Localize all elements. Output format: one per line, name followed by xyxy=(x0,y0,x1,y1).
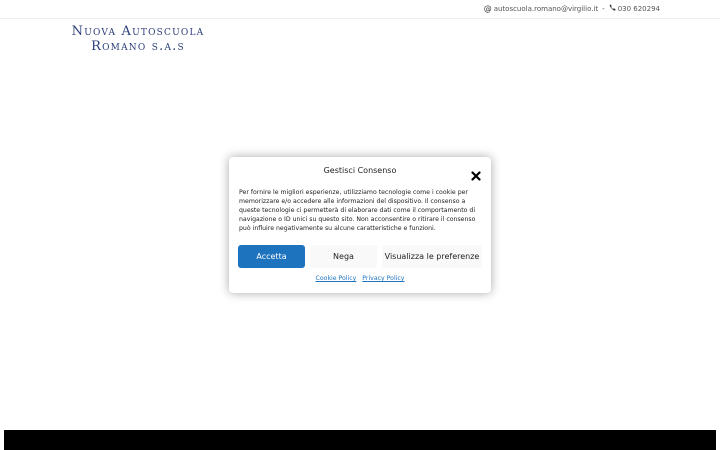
dialog-title: Gestisci Consenso xyxy=(323,166,397,175)
contact-email[interactable]: autoscuola.romano@virgilio.it xyxy=(494,5,598,13)
site-logo[interactable]: Nuova Autoscuola Romano s.a.s xyxy=(63,24,213,54)
privacy-policy-link[interactable]: Privacy Policy xyxy=(362,275,404,282)
contact-info: @ autoscuola.romano@virgilio.it - 030 62… xyxy=(484,4,660,13)
phone-icon xyxy=(609,4,616,13)
at-icon: @ xyxy=(483,3,492,13)
logo-line-1: Nuova Autoscuola xyxy=(71,24,205,39)
contact-separator: - xyxy=(602,4,605,13)
top-bar: @ autoscuola.romano@virgilio.it - 030 62… xyxy=(0,0,720,19)
cookie-consent-dialog: Gestisci Consenso Per fornire le miglior… xyxy=(229,157,491,293)
close-icon[interactable] xyxy=(471,166,481,181)
contact-phone[interactable]: 030 620294 xyxy=(618,5,660,13)
policy-links: Cookie Policy Privacy Policy xyxy=(229,275,491,282)
footer-bar xyxy=(4,430,716,450)
cookie-policy-link[interactable]: Cookie Policy xyxy=(316,275,357,282)
accept-button[interactable]: Accetta xyxy=(238,245,305,268)
view-preferences-button[interactable]: Visualizza le preferenze xyxy=(382,245,482,268)
logo-line-2: Romano s.a.s xyxy=(91,39,185,54)
deny-button[interactable]: Nega xyxy=(310,245,377,268)
consent-message: Per fornire le migliori esperienze, util… xyxy=(239,189,476,232)
